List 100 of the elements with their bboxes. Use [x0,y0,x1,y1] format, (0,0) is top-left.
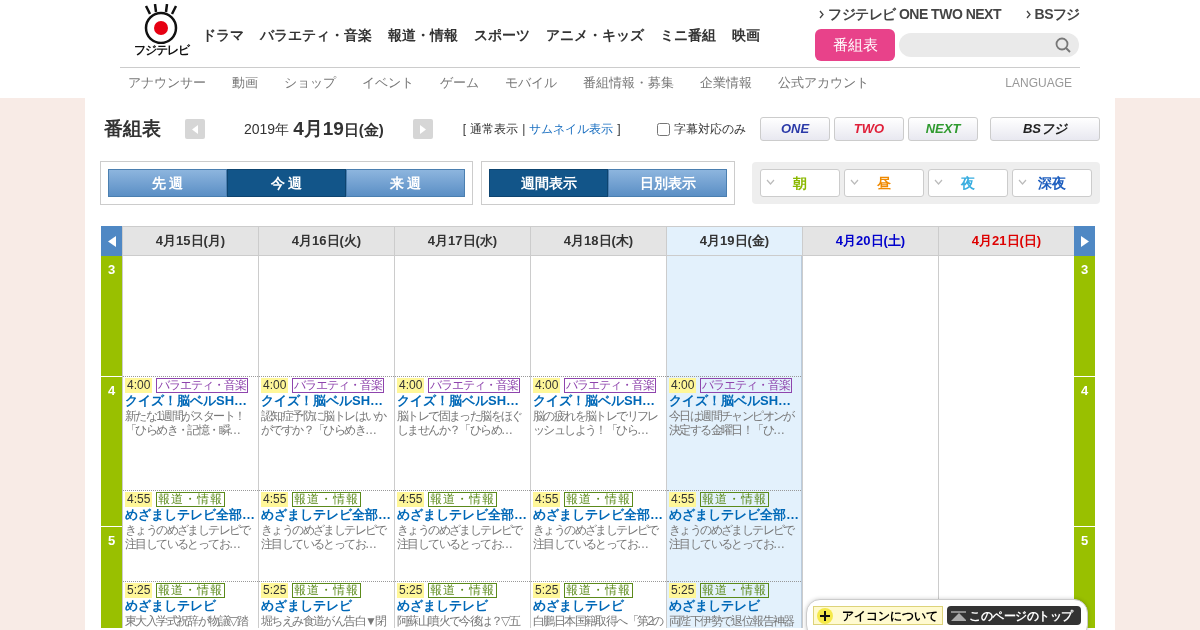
genre-tag: 報道・情報 [564,492,634,507]
program-description: 阿蘇山噴火で今後は？▽五 [397,614,521,628]
chevron-icon [934,179,943,185]
subnav-link[interactable]: 動画 [232,73,258,93]
search-field[interactable] [899,33,1079,57]
bracket-text: ] [617,121,621,138]
genre-tag: バラエティ・音楽 [428,378,521,393]
time-label: 5:25 [669,583,697,598]
subnav-link[interactable]: 企業情報 [700,73,752,93]
schedule-button[interactable]: 番組表 [815,29,895,61]
genre-tag: 報道・情報 [292,492,362,507]
date-text: 4月19日(金) [293,116,384,141]
time-label: 4:55 [125,492,153,507]
subnav-link[interactable]: モバイル [505,73,557,93]
subnav-link[interactable]: 番組情報・募集 [583,73,674,93]
top-link[interactable]: フジテレビ ONE TWO NEXT [819,4,1001,25]
time-of-day-button[interactable]: 深夜 [1012,169,1092,197]
page-top-button[interactable]: このページのトップ [947,606,1081,625]
program-description: 堀ちえみ食道がん告白▼閉 [261,614,387,628]
arrow-icon [419,124,426,134]
program-title-link[interactable]: めざましテレビ全部… [125,507,258,523]
genre-tag: 報道・情報 [156,492,226,507]
day-header: 4月17日(水) [394,226,530,256]
program-title-link[interactable]: めざましテレビ [533,598,666,614]
nav-link[interactable]: ドラマ [202,25,244,46]
view-option[interactable]: 通常表示 [470,120,519,138]
program-title-link[interactable]: クイズ！脳ベルSH… [125,393,258,409]
bracket-text: [ [462,121,467,138]
program-title-link[interactable]: めざましテレビ [125,598,258,614]
program-title-link[interactable]: クイズ！脳ベルSH… [261,393,394,409]
channel-logo-button[interactable]: TWO [834,117,904,141]
view-option[interactable]: サムネイル表示 [529,120,614,138]
time-label: 4:00 [397,378,425,393]
icon-help-button[interactable]: アイコンについて [813,606,943,625]
day-header: 4月15日(月) [122,226,258,256]
nav-link[interactable]: バラエティ・音楽 [260,25,372,46]
chevron-icon [1025,10,1031,19]
nav-link[interactable]: アニメ・キッズ [546,25,644,46]
view-mode-button[interactable]: 週間表示 [489,169,608,197]
subnav-link[interactable]: イベント [362,73,414,93]
genre-tag: バラエティ・音楽 [292,378,385,393]
subnav-link[interactable]: ゲーム [440,73,479,93]
time-label: 4:55 [533,492,561,507]
nav-link[interactable]: 映画 [732,25,760,46]
logo-text[interactable]: フジテレビ [133,44,189,56]
program-title-link[interactable]: めざましテレビ全部… [533,507,666,523]
nav-link[interactable]: 報道・情報 [388,25,458,46]
previous-week-button[interactable] [101,226,122,256]
program-description: 今日は週間チャンピオンが決定する金曜日！「ひ… [669,409,796,437]
program-description: きょうのめざましテレビで注目しているとってお… [533,523,660,551]
time-label: 4:55 [669,492,697,507]
hour-label: 4 [101,376,122,526]
program-title-link[interactable]: めざましテレビ [669,598,801,614]
arrow-icon [107,235,116,247]
top-link[interactable]: BSフジ [1025,4,1080,25]
hour-label: 3 [106,261,117,279]
program-description: 認知症予防に脳トレはいかがですか？「ひらめき… [261,409,388,437]
program-title-link[interactable]: めざましテレビ全部… [669,507,801,523]
chevron-icon [850,179,859,185]
program-description: 脳の疲れを脳トレでリフレッシュしよう！「ひら… [533,409,659,437]
hour-label: 5 [101,526,122,628]
program-description: 白鵬日本国籍取得へ「第2の [533,614,665,628]
plus-icon [816,606,834,625]
genre-tag: 報道・情報 [700,583,770,598]
genre-tag: 報道・情報 [428,492,498,507]
channel-logo-button[interactable]: ONE [760,117,830,141]
next-week-button[interactable] [1074,226,1095,256]
day-header: 4月21日(日) [938,226,1074,256]
checkbox-label: 字幕対応のみ [673,121,746,138]
year-text: 2019年 [244,119,290,139]
subnav-link[interactable]: ショップ [284,73,336,93]
channel-logo-button[interactable]: NEXT [908,117,978,141]
subtitle-checkbox[interactable] [656,122,670,136]
program-title-link[interactable]: クイズ！脳ベルSH… [533,393,666,409]
genre-tag: 報道・情報 [292,583,362,598]
program-title-link[interactable]: めざましテレビ全部… [261,507,394,523]
page-title: 番組表 [104,116,161,141]
subnav-link[interactable]: 公式アカウント [778,73,869,93]
time-label: 4:00 [261,378,289,393]
program-title-link[interactable]: クイズ！脳ベルSH… [397,393,530,409]
time-label: 5:25 [125,583,153,598]
program-title-link[interactable]: クイズ！脳ベルSH… [669,393,801,409]
program-description: 新たな1週間がスタート！「ひらめき・記憶・瞬… [125,409,246,437]
nav-link[interactable]: ミニ番組 [660,25,716,46]
time-label: 5:25 [261,583,289,598]
genre-tag: バラエティ・音楽 [156,378,249,393]
nav-link[interactable]: スポーツ [474,25,530,46]
search-icon [1055,37,1071,53]
day-header: 4月19日(金) [666,226,802,256]
program-title-link[interactable]: めざましテレビ [261,598,394,614]
channel-logo-button[interactable]: BSフジ [990,117,1100,141]
subnav-link[interactable]: アナウンサー [128,73,206,93]
arrow-icon [192,124,198,134]
program-title-link[interactable]: めざましテレビ [397,598,530,614]
program-title-link[interactable]: めざましテレビ全部… [397,507,530,523]
week-button[interactable]: 今 週 [227,169,346,197]
time-label: 5:25 [533,583,561,598]
hour-label: 4 [1074,376,1095,526]
time-label: 4:55 [261,492,289,507]
program-description: きょうのめざましテレビで注目しているとってお… [669,523,796,551]
